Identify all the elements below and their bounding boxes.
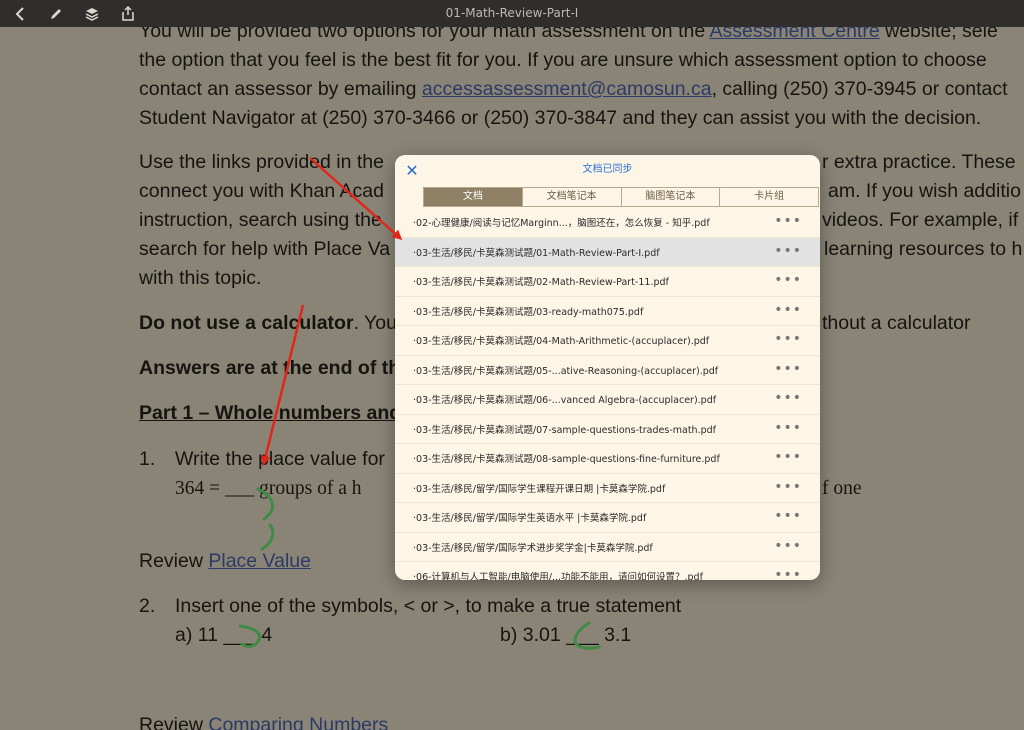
list-item-label: ·03-生活/移民/卡莫森测试题/05-...ative-Reasoning-(… — [413, 365, 719, 377]
more-icon[interactable]: ••• — [774, 326, 802, 354]
question-text: Insert one of the symbols, < or >, to ma… — [175, 595, 682, 617]
more-icon[interactable]: ••• — [774, 503, 802, 531]
handwriting-mark — [573, 621, 601, 650]
doc-line: Do not use a calculator. You — [139, 312, 397, 334]
comparing-numbers-link[interactable]: Comparing Numbers — [208, 714, 388, 730]
list-item-label: ·03-生活/移民/卡莫森测试题/03-ready-math075.pdf — [413, 306, 644, 318]
list-item[interactable]: ·03-生活/移民/留学/国际学生英语水平 |卡莫森学院.pdf ••• — [395, 503, 820, 533]
more-icon[interactable]: ••• — [774, 415, 802, 443]
tab-card-decks[interactable]: 卡片组 — [719, 188, 818, 206]
list-item-label: ·03-生活/移民/留学/国际学术进步奖学金|卡莫森学院.pdf — [413, 542, 653, 554]
list-item-label: ·03-生活/移民/卡莫森测试题/04-Math-Arithmetic-(acc… — [413, 336, 710, 348]
more-icon[interactable]: ••• — [774, 385, 802, 413]
list-item-label: ·02-心理健康/阅读与记忆Marginn...，脑图还在，怎么恢复 - 知乎.… — [413, 218, 710, 230]
doc-line: am. If you wish additio — [828, 180, 1021, 202]
dialog-header: ✕ 文档已同步 — [395, 155, 820, 187]
more-icon[interactable]: ••• — [774, 267, 802, 295]
more-icon[interactable]: ••• — [774, 297, 802, 325]
doc-line: thout a calculator — [822, 312, 971, 334]
doc-line: instruction, search using the — [139, 209, 382, 231]
list-item[interactable]: ·03-生活/移民/留学/国际学生课程开课日期 |卡莫森学院.pdf ••• — [395, 474, 820, 503]
sync-dialog: ✕ 文档已同步 文档 文档笔记本 脑图笔记本 卡片组 ·02-心理健康/阅读与记… — [395, 155, 820, 580]
review-line: Review Comparing Numbers — [139, 711, 388, 730]
assessment-centre-link[interactable]: Assessment Centre — [710, 27, 880, 42]
doc-line: connect you with Khan Acad — [139, 180, 384, 202]
handwriting-mark — [238, 624, 262, 648]
doc-line: search for help with Place Va — [139, 238, 391, 260]
list-item-label: ·03-生活/移民/卡莫森测试题/06-...vanced Algebra-(a… — [413, 395, 717, 407]
more-icon[interactable]: ••• — [774, 474, 802, 502]
share-icon[interactable] — [114, 0, 142, 27]
doc-line: the option that you feel is the best fit… — [139, 49, 987, 71]
list-item[interactable]: ·03-生活/移民/卡莫森测试题/03-ready-math075.pdf ••• — [395, 297, 820, 326]
question-number: 1. — [139, 448, 156, 470]
more-icon[interactable]: ••• — [774, 562, 802, 580]
doc-line: learning resources to h — [824, 238, 1023, 260]
list-item-label: ·03-生活/移民/留学/国际学生课程开课日期 |卡莫森学院.pdf — [413, 483, 666, 495]
list-item[interactable]: ·03-生活/移民/卡莫森测试题/02-Math-Review-Part-11.… — [395, 267, 820, 297]
document-title: 01-Math-Review-Part-I — [445, 6, 579, 20]
list-item-selected[interactable]: ·03-生活/移民/卡莫森测试题/01-Math-Review-Part-I.p… — [395, 237, 820, 267]
doc-line: You will be provided two options for you… — [139, 27, 998, 46]
doc-line: Answers are at the end of th — [139, 357, 401, 379]
list-item[interactable]: ·06-计算机与人工智能/电脑使用/...功能不能用，请问如何设置？.pdf ••… — [395, 562, 820, 580]
doc-line: contact an assessor by emailing accessas… — [139, 78, 1008, 100]
list-item-label: ·03-生活/移民/卡莫森测试题/08-sample-questions-fin… — [413, 454, 720, 466]
list-item[interactable]: ·03-生活/移民/卡莫森测试题/06-...vanced Algebra-(a… — [395, 385, 820, 415]
more-icon[interactable]: ••• — [774, 238, 802, 266]
more-icon[interactable]: ••• — [774, 533, 802, 561]
chevron-left-icon[interactable] — [6, 0, 34, 27]
doc-line: with this topic. — [139, 267, 262, 289]
list-item[interactable]: ·03-生活/移民/卡莫森测试题/04-Math-Arithmetic-(acc… — [395, 326, 820, 356]
tab-document-notebooks[interactable]: 文档笔记本 — [521, 188, 621, 206]
doc-line: r extra practice. These — [822, 151, 1016, 173]
more-icon[interactable]: ••• — [774, 208, 802, 236]
list-item-label: ·03-生活/移民/卡莫森测试题/07-sample-questions-tra… — [413, 424, 716, 436]
list-item-label: ·03-生活/移民/卡莫森测试题/02-Math-Review-Part-11.… — [413, 277, 669, 289]
email-link[interactable]: accessassessment@camosun.ca — [422, 78, 712, 100]
list-item[interactable]: ·02-心理健康/阅读与记忆Marginn...，脑图还在，怎么恢复 - 知乎.… — [395, 208, 820, 238]
list-item[interactable]: ·03-生活/移民/卡莫森测试题/07-sample-questions-tra… — [395, 415, 820, 444]
tab-documents[interactable]: 文档 — [424, 188, 522, 206]
document-list: ·02-心理健康/阅读与记忆Marginn...，脑图还在，怎么恢复 - 知乎.… — [395, 208, 820, 580]
list-item[interactable]: ·03-生活/移民/卡莫森测试题/08-sample-questions-fin… — [395, 444, 820, 474]
list-item[interactable]: ·03-生活/移民/留学/国际学术进步奖学金|卡莫森学院.pdf ••• — [395, 533, 820, 562]
tab-mindmap-notebooks[interactable]: 脑图笔记本 — [620, 188, 720, 206]
dialog-title: 文档已同步 — [582, 164, 633, 175]
question-text: Write the place value for — [175, 448, 385, 470]
pencil-icon[interactable] — [42, 0, 70, 27]
doc-line: Student Navigator at (250) 370-3466 or (… — [139, 107, 982, 129]
question-number: 2. — [139, 595, 156, 617]
top-toolbar: 01-Math-Review-Part-I — [0, 0, 1024, 27]
list-item-label: ·03-生活/移民/留学/国际学生英语水平 |卡莫森学院.pdf — [413, 513, 647, 525]
doc-line: videos. For example, if — [822, 209, 1019, 231]
layers-icon[interactable] — [78, 0, 106, 27]
more-icon[interactable]: ••• — [774, 356, 802, 384]
section-heading: Part 1 – Whole numbers and — [139, 402, 402, 424]
more-icon[interactable]: ••• — [774, 444, 802, 472]
handwriting-mark — [256, 487, 275, 551]
segmented-tabs: 文档 文档笔记本 脑图笔记本 卡片组 — [423, 187, 819, 207]
question-equation: f one — [822, 478, 862, 499]
list-item-label: ·03-生活/移民/卡莫森测试题/01-Math-Review-Part-I.p… — [413, 247, 660, 259]
doc-line: Use the links provided in the — [139, 151, 384, 173]
list-item[interactable]: ·03-生活/移民/卡莫森测试题/05-...ative-Reasoning-(… — [395, 356, 820, 385]
list-item-label: ·06-计算机与人工智能/电脑使用/...功能不能用，请问如何设置？.pdf — [413, 572, 703, 580]
